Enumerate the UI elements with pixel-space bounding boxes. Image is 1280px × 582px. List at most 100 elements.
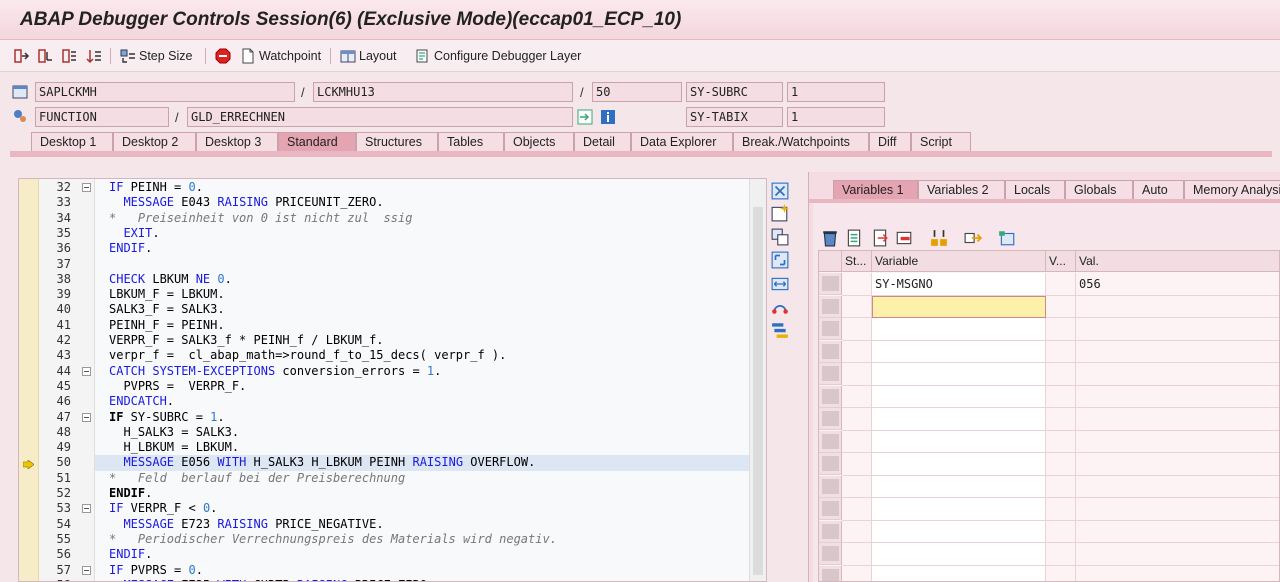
cell-v[interactable] bbox=[1046, 453, 1076, 476]
cell-value[interactable] bbox=[1076, 453, 1279, 476]
row-selector[interactable] bbox=[819, 318, 842, 340]
tab-detail[interactable]: Detail bbox=[574, 132, 631, 152]
row-selector[interactable] bbox=[819, 273, 842, 295]
fold-toggle[interactable] bbox=[82, 412, 91, 422]
cell-status[interactable] bbox=[842, 453, 872, 476]
cell-variable[interactable] bbox=[872, 543, 1046, 566]
tab-desktop-1[interactable]: Desktop 1 bbox=[31, 132, 113, 152]
tab-break-watchpoints[interactable]: Break./Watchpoints bbox=[733, 132, 869, 152]
tab-auto[interactable]: Auto bbox=[1133, 180, 1184, 200]
cell-v[interactable] bbox=[1046, 408, 1076, 431]
breakpoint-gutter[interactable] bbox=[19, 179, 39, 581]
col-header-status[interactable]: St... bbox=[842, 251, 872, 272]
code-line[interactable]: IF PVPRS = 0. bbox=[109, 563, 203, 578]
tab-globals[interactable]: Globals bbox=[1065, 180, 1133, 200]
cell-variable[interactable] bbox=[872, 363, 1046, 386]
code-line[interactable]: PVPRS = VERPR_F. bbox=[109, 379, 246, 394]
source-code-editor[interactable]: 32 IF PEINH = 0. 33 MESSAGE E043 RAISING P… bbox=[18, 178, 767, 582]
stop-button[interactable] bbox=[215, 46, 231, 66]
cell-status[interactable] bbox=[842, 475, 872, 498]
cell-v[interactable] bbox=[1046, 273, 1076, 296]
cell-value[interactable] bbox=[1076, 341, 1279, 363]
services-icon[interactable] bbox=[771, 298, 789, 316]
cell-v[interactable] bbox=[1046, 565, 1076, 581]
tab-script[interactable]: Script bbox=[911, 132, 971, 152]
row-selector[interactable] bbox=[819, 408, 842, 430]
cell-value[interactable] bbox=[1076, 543, 1279, 566]
code-line[interactable]: PEINH_F = PEINH. bbox=[109, 318, 225, 333]
close-icon[interactable] bbox=[771, 182, 789, 200]
code-line[interactable]: LBKUM_F = LBKUM. bbox=[109, 287, 225, 302]
fold-toggle[interactable] bbox=[82, 366, 91, 376]
cell-variable[interactable] bbox=[872, 430, 1046, 453]
cell-value[interactable] bbox=[1076, 408, 1279, 431]
row-selector[interactable] bbox=[819, 520, 842, 543]
cell-variable[interactable] bbox=[872, 498, 1046, 521]
col-header-v[interactable]: V... bbox=[1046, 251, 1076, 272]
tab-locals[interactable]: Locals bbox=[1005, 180, 1065, 200]
swap-tool-icon[interactable] bbox=[771, 228, 789, 246]
cell-variable[interactable] bbox=[872, 295, 1046, 318]
tab-desktop-2[interactable]: Desktop 2 bbox=[113, 132, 196, 152]
variables-grid[interactable]: St... Variable V... Val. SY-MSGNO 056 bbox=[818, 250, 1280, 582]
execute-button[interactable] bbox=[38, 46, 54, 66]
info-icon[interactable] bbox=[600, 109, 616, 125]
fold-toggle[interactable] bbox=[82, 565, 91, 575]
row-selector[interactable] bbox=[819, 295, 842, 318]
return-button[interactable] bbox=[62, 46, 78, 66]
code-line[interactable]: MESSAGE E043 RAISING PRICEUNIT_ZERO. bbox=[109, 195, 383, 210]
row-selector[interactable] bbox=[819, 363, 842, 385]
step-into-button[interactable] bbox=[14, 46, 30, 66]
cell-status[interactable] bbox=[842, 295, 872, 318]
cell-value[interactable] bbox=[1076, 318, 1279, 341]
tab-variables-2[interactable]: Variables 2 bbox=[918, 180, 1005, 200]
cell-value[interactable] bbox=[1076, 431, 1279, 453]
code-line[interactable]: IF SY-SUBRC = 1. bbox=[109, 410, 225, 425]
code-line[interactable]: CHECK LBKUM NE 0. bbox=[109, 272, 232, 287]
row-selector[interactable] bbox=[819, 385, 842, 408]
cell-status[interactable] bbox=[842, 273, 872, 296]
cell-v[interactable] bbox=[1046, 430, 1076, 453]
cell-value[interactable] bbox=[1076, 386, 1279, 408]
line-field[interactable]: 50 bbox=[592, 82, 682, 102]
cell-status[interactable] bbox=[842, 363, 872, 386]
cell-status[interactable] bbox=[842, 543, 872, 566]
row-selector[interactable] bbox=[819, 475, 842, 498]
row-selector[interactable] bbox=[819, 543, 842, 565]
cell-status[interactable] bbox=[842, 430, 872, 453]
hierarchy-icon[interactable] bbox=[930, 229, 948, 247]
code-line[interactable]: MESSAGE E723 RAISING PRICE_NEGATIVE. bbox=[109, 517, 383, 532]
cell-v[interactable] bbox=[1046, 498, 1076, 521]
remove-row-icon[interactable] bbox=[895, 229, 913, 247]
row-selector[interactable] bbox=[819, 453, 842, 475]
code-line[interactable]: ENDIF. bbox=[109, 547, 152, 562]
cell-status[interactable] bbox=[842, 565, 872, 581]
cell-variable[interactable] bbox=[872, 520, 1046, 543]
step-size-button[interactable]: Step Size bbox=[120, 46, 193, 66]
code-line[interactable]: ENDIF. bbox=[109, 486, 152, 501]
cell-variable[interactable] bbox=[872, 408, 1046, 431]
program-field[interactable]: SAPLCKMH bbox=[35, 82, 295, 102]
sy-subrc-value-field[interactable]: 1 bbox=[787, 82, 885, 102]
code-line[interactable]: ENDIF. bbox=[109, 241, 152, 256]
tab-variables-1[interactable]: Variables 1 bbox=[833, 180, 918, 200]
transfer-icon[interactable] bbox=[964, 229, 983, 247]
code-line[interactable]: verpr_f = cl_abap_math=>round_f_to_15_de… bbox=[109, 348, 506, 363]
code-line[interactable]: IF PEINH = 0. bbox=[109, 180, 203, 195]
vertical-scrollbar[interactable] bbox=[749, 179, 766, 581]
cell-v[interactable] bbox=[1046, 543, 1076, 566]
cell-variable[interactable] bbox=[872, 385, 1046, 408]
cell-status[interactable] bbox=[842, 340, 872, 363]
code-line[interactable]: SALK3_F = SALK3. bbox=[109, 302, 225, 317]
cell-v[interactable] bbox=[1046, 295, 1076, 318]
new-tool-icon[interactable] bbox=[771, 204, 789, 222]
tab-standard[interactable]: Standard bbox=[278, 132, 356, 152]
include-field[interactable]: LCKMHU13 bbox=[313, 82, 573, 102]
tab-data-explorer[interactable]: Data Explorer bbox=[631, 132, 733, 152]
cell-variable[interactable] bbox=[872, 340, 1046, 363]
event-name-field[interactable]: GLD_ERRECHNEN bbox=[187, 107, 573, 127]
fold-toggle[interactable] bbox=[82, 183, 91, 192]
row-selector[interactable] bbox=[819, 340, 842, 363]
col-header-value[interactable]: Val. bbox=[1076, 251, 1279, 272]
sy-tabix-value-field[interactable]: 1 bbox=[787, 107, 885, 127]
